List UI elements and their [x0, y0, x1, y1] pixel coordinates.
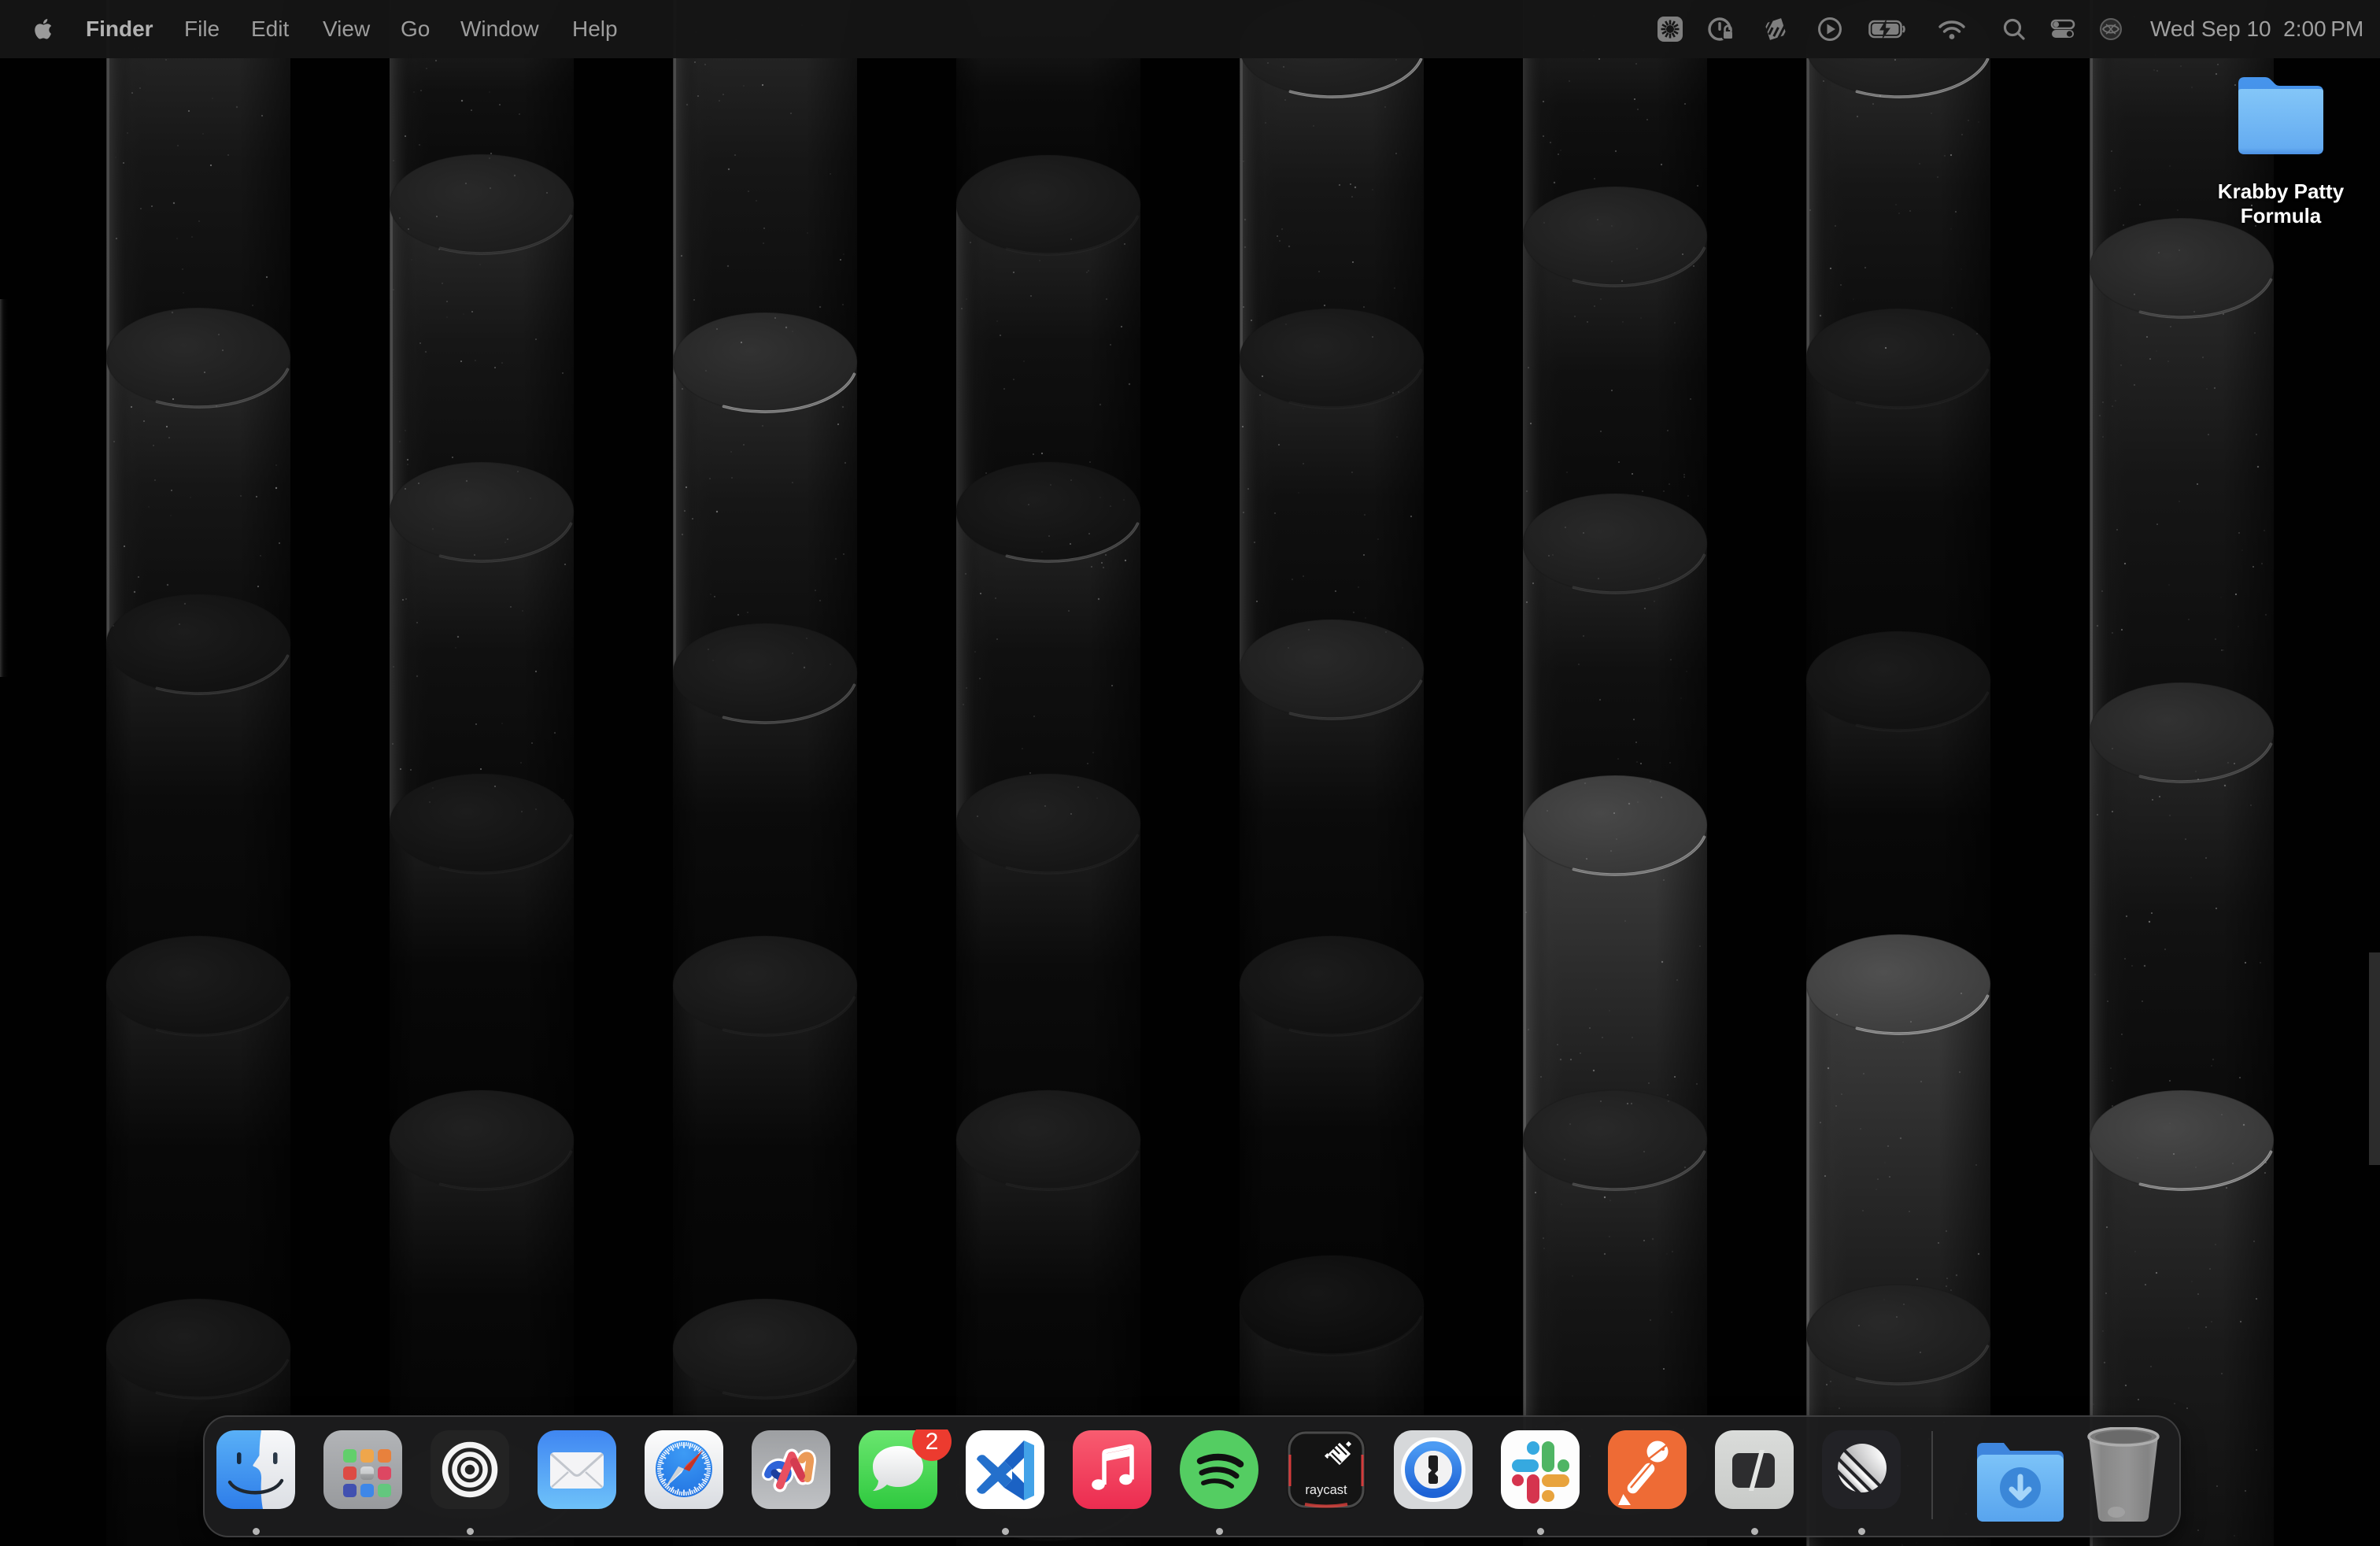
svg-text:2: 2 — [926, 1429, 939, 1455]
svg-text:raycast: raycast — [1305, 1483, 1347, 1497]
